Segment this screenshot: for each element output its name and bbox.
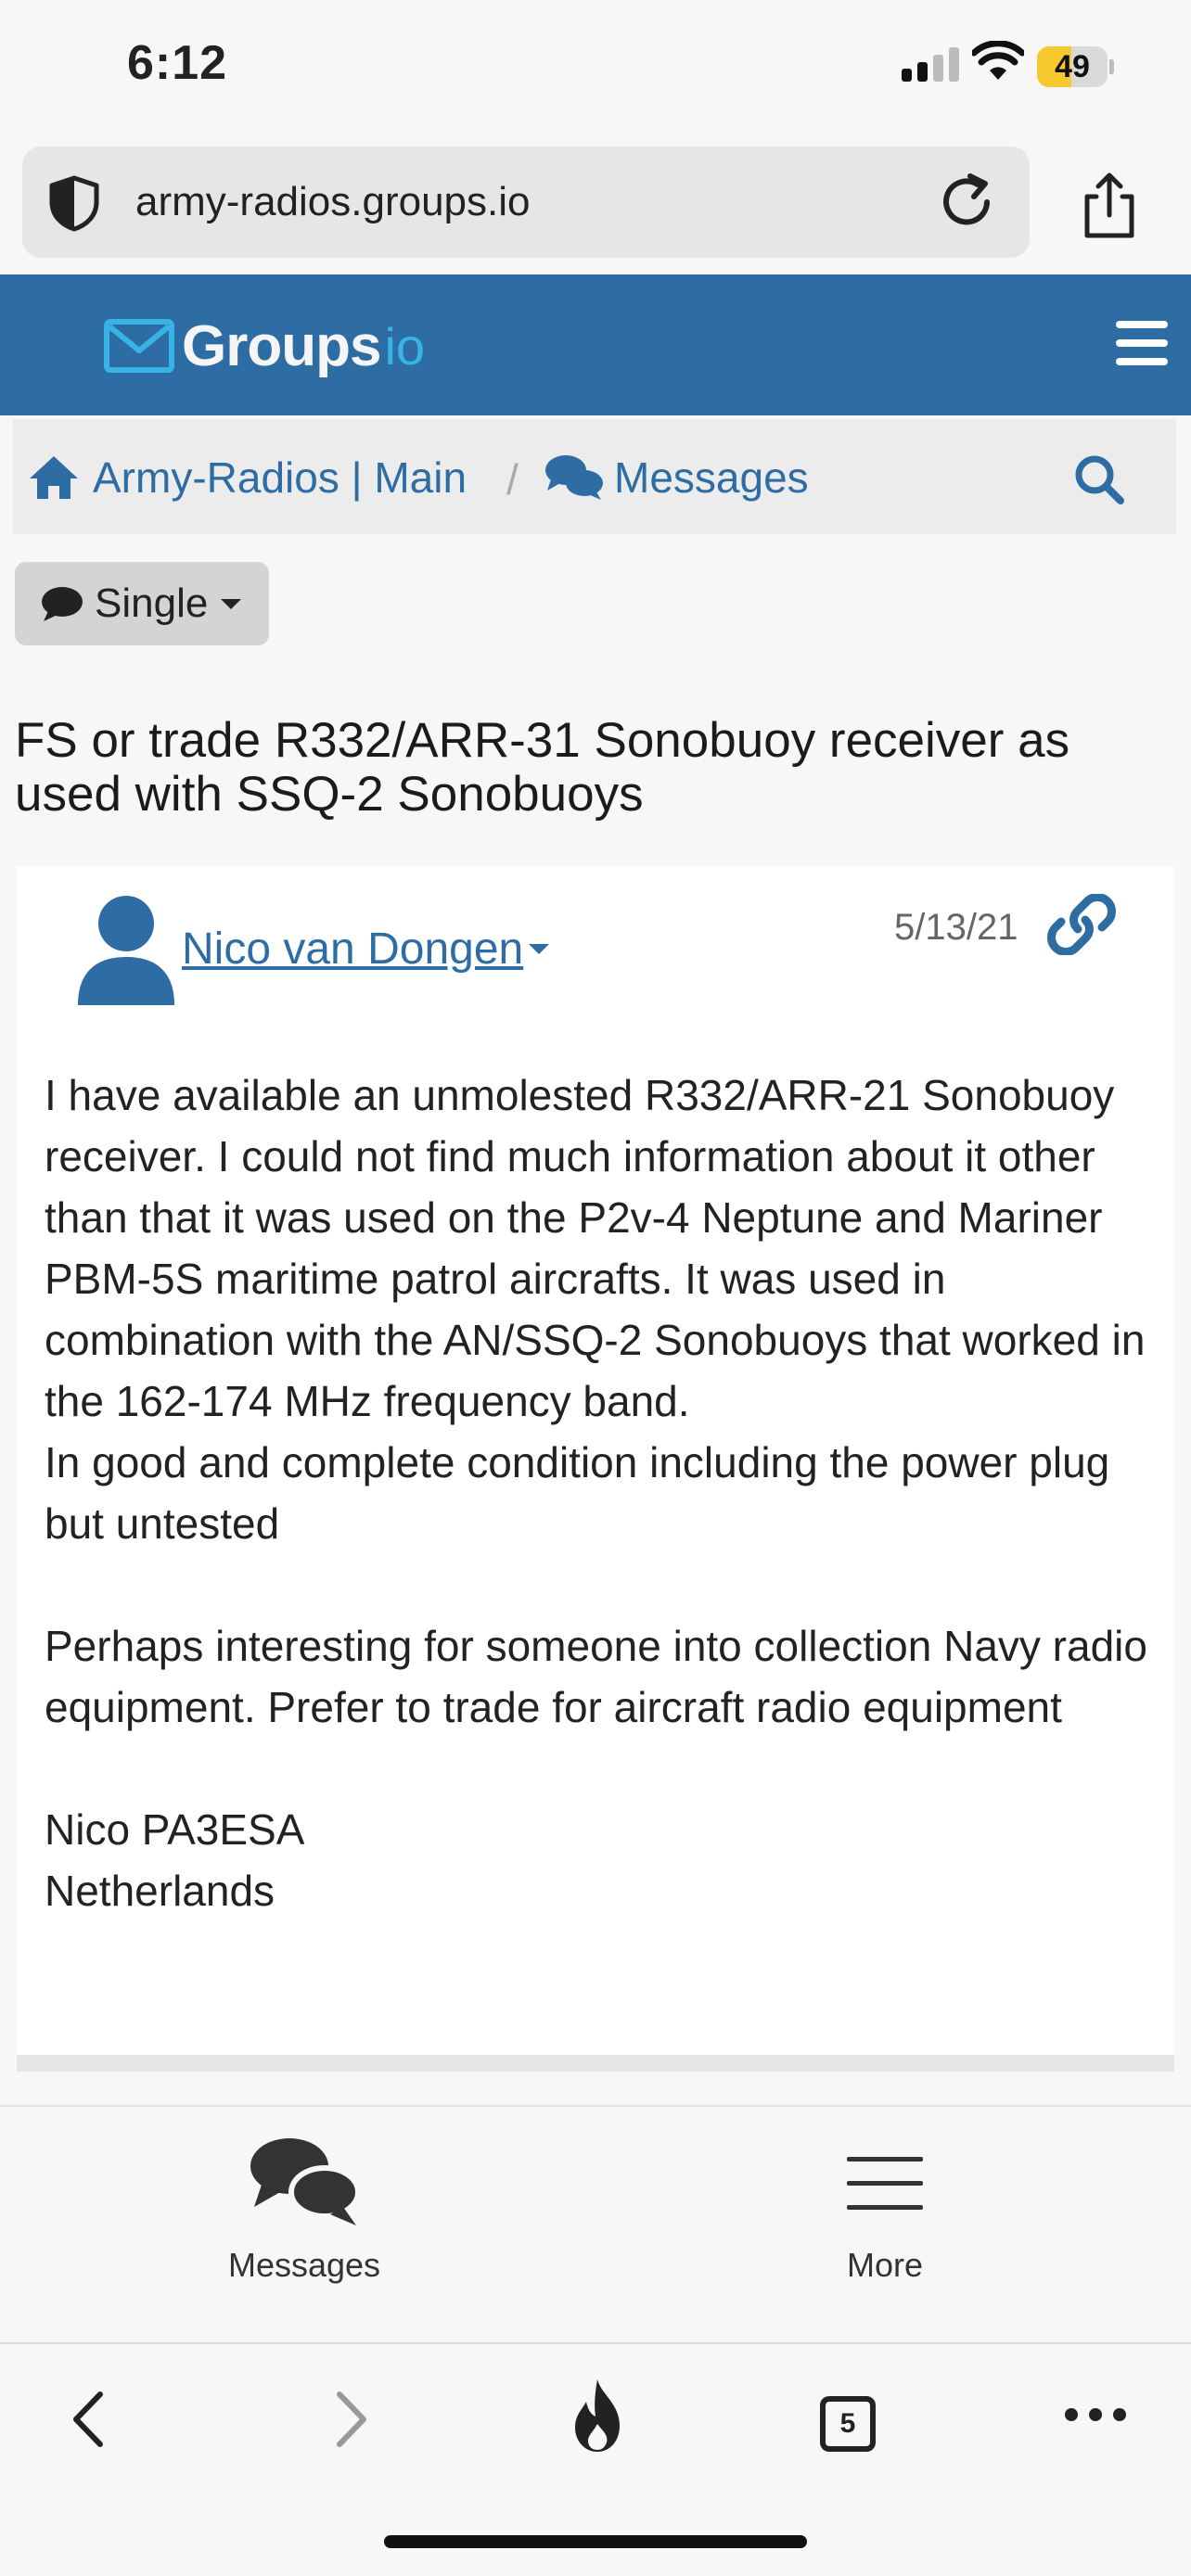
message-signature-country: Netherlands — [45, 1867, 275, 1915]
logo-text: Groups — [182, 313, 381, 378]
view-mode-label: Single — [95, 580, 209, 626]
breadcrumb-messages-label[interactable]: Messages — [614, 453, 809, 503]
battery-indicator: 49 — [1037, 46, 1115, 87]
message-paragraph: In good and complete condition including… — [45, 1438, 1110, 1548]
tab-more[interactable]: More — [792, 2135, 978, 2285]
author-name[interactable]: Nico van Dongen — [182, 924, 523, 975]
groups-navbar: Groups io — [0, 274, 1191, 415]
breadcrumb-home-link[interactable]: Army-Radios | Main — [28, 453, 467, 503]
comments-icon — [250, 2138, 361, 2225]
message-signature-name: Nico PA3ESA — [45, 1805, 305, 1854]
flame-icon[interactable] — [570, 2378, 627, 2454]
message-paragraph — [45, 1738, 1158, 1799]
breadcrumb: Army-Radios | Main / Messages — [13, 419, 1176, 534]
tabs-icon[interactable]: 5 — [820, 2396, 876, 2452]
author-name-link[interactable]: Nico van Dongen — [182, 924, 550, 975]
comments-icon — [545, 455, 603, 500]
breadcrumb-messages-link[interactable]: Messages — [544, 453, 809, 503]
cellular-signal-icon — [902, 46, 959, 82]
link-icon[interactable] — [1046, 894, 1117, 955]
battery-level: 49 — [1055, 49, 1090, 84]
status-bar: 6:12 49 — [0, 0, 1191, 130]
comment-icon — [42, 587, 83, 621]
breadcrumb-separator: / — [506, 455, 519, 504]
hamburger-icon[interactable] — [1116, 321, 1168, 365]
message-date: 5/13/21 — [894, 907, 1018, 948]
chevron-down-icon — [221, 598, 242, 609]
groups-io-logo[interactable]: Groups io — [104, 313, 425, 378]
tab-messages[interactable]: Messages — [211, 2135, 397, 2285]
message-paragraph: Perhaps interesting for someone into col… — [45, 1622, 1147, 1731]
envelope-logo-icon — [104, 319, 174, 373]
home-indicator — [384, 2535, 807, 2548]
url-text[interactable]: army-radios.groups.io — [135, 179, 531, 225]
reload-icon[interactable] — [935, 171, 998, 234]
home-icon — [30, 456, 78, 499]
tab-messages-label[interactable]: Messages — [228, 2246, 380, 2284]
topic-title: FS or trade R332/ARR-31 Sonobuoy receive… — [15, 713, 1070, 822]
forward-icon[interactable] — [328, 2387, 373, 2452]
message-body: I have available an unmolested R332/ARR-… — [45, 1065, 1158, 1921]
message-paragraph: I have available an unmolested R332/ARR-… — [45, 1071, 1146, 1425]
search-icon[interactable] — [1074, 454, 1124, 504]
user-icon[interactable] — [76, 892, 176, 1005]
status-time: 6:12 — [127, 36, 228, 90]
wifi-icon — [972, 41, 1024, 80]
back-icon[interactable] — [67, 2387, 111, 2452]
more-dots-icon[interactable] — [1063, 2404, 1128, 2426]
bottom-tab-bar: Messages More — [0, 2105, 1191, 2342]
breadcrumb-home-label[interactable]: Army-Radios | Main — [93, 453, 467, 503]
share-icon[interactable] — [1080, 171, 1139, 241]
message-card: Nico van Dongen 5/13/21 I have available… — [17, 866, 1174, 2072]
message-paragraph — [45, 1554, 1158, 1615]
chevron-down-icon[interactable] — [529, 944, 550, 954]
hamburger-icon — [847, 2157, 923, 2210]
tab-more-label[interactable]: More — [847, 2246, 923, 2284]
shield-icon[interactable] — [46, 174, 102, 232]
logo-suffix: io — [384, 316, 426, 376]
view-mode-dropdown[interactable]: Single — [15, 562, 269, 645]
address-bar[interactable]: army-radios.groups.io — [22, 147, 1030, 258]
